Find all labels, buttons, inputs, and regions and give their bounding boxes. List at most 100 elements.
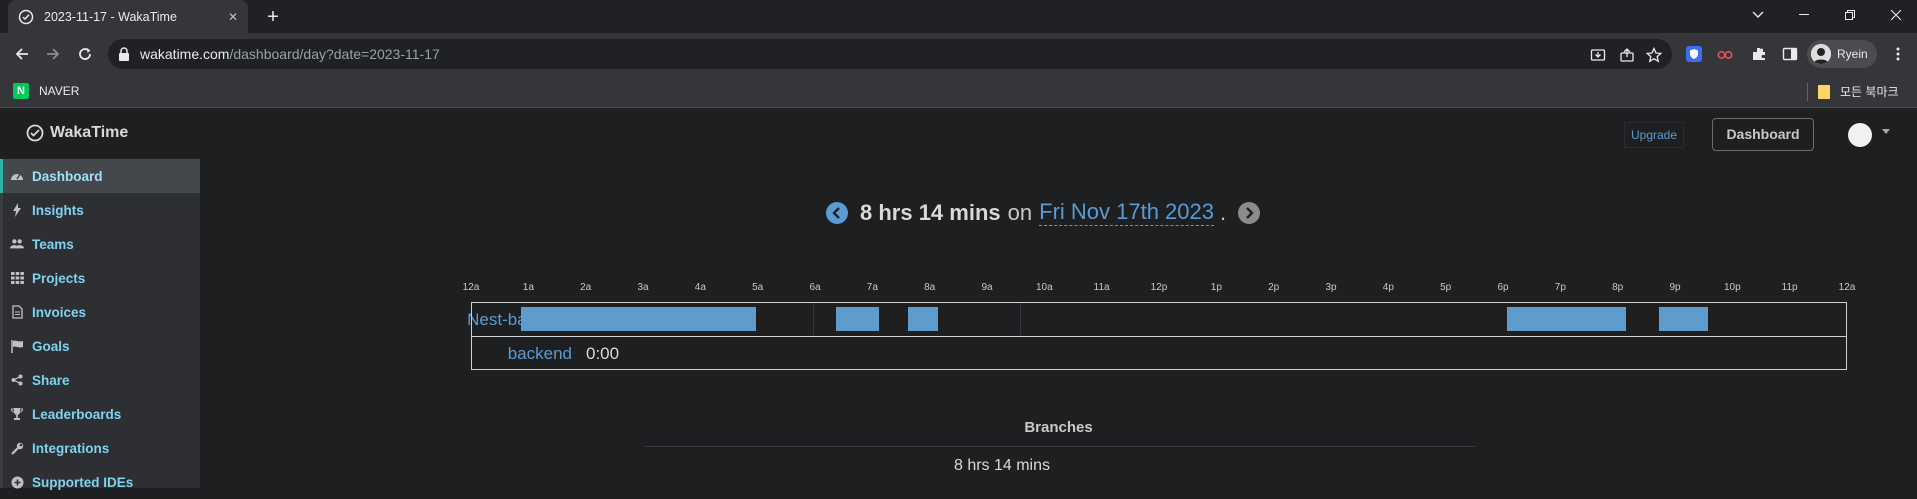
browser-toolbar: wakatime.com/dashboard/day?date=2023-11-… [0, 33, 1917, 75]
activity-segment[interactable] [836, 307, 880, 331]
naver-logo-icon: N [13, 83, 29, 99]
grid-icon [10, 271, 24, 285]
track-gridline [813, 303, 815, 335]
close-tab-icon[interactable]: ✕ [228, 10, 238, 24]
new-tab-button[interactable]: + [262, 6, 284, 28]
sidebar-item-teams[interactable]: Teams [3, 227, 200, 261]
sidebar-item-projects[interactable]: Projects [3, 261, 200, 295]
hour-tick-label: 12a [1838, 282, 1856, 293]
share-page-icon[interactable] [1618, 46, 1636, 64]
hour-tick-label: 7p [1554, 282, 1566, 293]
tab-search-icon[interactable] [1735, 0, 1781, 30]
address-bar[interactable]: wakatime.com/dashboard/day?date=2023-11-… [108, 39, 1672, 69]
sidebar-item-label: Share [32, 372, 70, 388]
hour-tick-label: 3p [1325, 282, 1337, 293]
hour-tick-label: 2a [580, 282, 592, 293]
chevron-left-icon [832, 206, 840, 219]
activity-segment[interactable] [520, 307, 756, 331]
users-icon [10, 237, 24, 251]
install-app-icon[interactable] [1589, 46, 1607, 64]
hour-tick-label: 8a [924, 282, 936, 293]
project-timeline-track [471, 302, 1847, 336]
sidebar-item-label: Dashboard [32, 168, 103, 184]
hour-tick-label: 6a [809, 282, 821, 293]
sidebar-item-supported-ides[interactable]: Supported IDEs [3, 465, 200, 499]
hour-tick-label: 10a [1035, 282, 1053, 293]
branches-heading: Branches [1024, 419, 1093, 436]
hour-tick-label: 3a [637, 282, 649, 293]
dashboard-icon [10, 169, 24, 183]
browser-tab[interactable]: 2023-11-17 - WakaTime ✕ [8, 0, 248, 33]
timeline-hour-axis: 12a 1a 2a 3a 4a 5a 6a 7a 8a 9a 10a 11a 12p 1p 2p 3p 4p 5p… [463, 282, 1856, 296]
hour-tick-label: 1p [1210, 282, 1222, 293]
hour-tick-label: 5a [752, 282, 764, 293]
activity-segment[interactable] [1506, 307, 1626, 331]
flag-icon [10, 339, 24, 353]
sidebar-item-invoices[interactable]: Invoices [3, 295, 200, 329]
project-timeline-track [471, 336, 1847, 370]
caret-down-icon[interactable] [1882, 129, 1890, 134]
sidebar-item-dashboard[interactable]: Dashboard [0, 159, 200, 193]
user-avatar[interactable] [1848, 123, 1872, 147]
dashboard-button[interactable]: Dashboard [1712, 118, 1814, 151]
sidebar-item-leaderboards[interactable]: Leaderboards [3, 397, 200, 431]
profile-name: Ryein [1837, 47, 1868, 61]
wakatime-favicon-icon [18, 9, 34, 25]
sidebar-item-label: Goals [32, 338, 70, 354]
next-day-button[interactable] [1238, 201, 1261, 224]
hour-tick-label: 11p [1781, 282, 1798, 293]
url-host: wakatime.com [140, 46, 230, 62]
forward-arrow-icon[interactable] [41, 42, 65, 66]
folder-icon [1818, 84, 1830, 99]
extensions-puzzle-icon[interactable] [1749, 44, 1769, 64]
hour-tick-label: 12a [462, 282, 480, 293]
profile-avatar [1811, 44, 1831, 64]
trophy-icon [10, 407, 24, 421]
wakatime-logo-icon [26, 124, 44, 142]
sidebar-item-share[interactable]: Share [3, 363, 200, 397]
hour-tick-label: 12p [1150, 282, 1168, 293]
url-path: /dashboard/day?date=2023-11-17 [229, 46, 440, 62]
sidebar-item-goals[interactable]: Goals [3, 329, 200, 363]
brand-logo[interactable]: WakaTime [26, 124, 128, 142]
bookmark-naver[interactable]: N NAVER [13, 83, 79, 99]
url-text: wakatime.com/dashboard/day?date=2023-11-… [140, 46, 440, 62]
sidebar-item-insights[interactable]: Insights [3, 193, 200, 227]
close-window-button[interactable] [1873, 0, 1917, 30]
branches-divider [645, 446, 1475, 447]
activity-segment[interactable] [1658, 307, 1708, 331]
side-panel-icon[interactable] [1780, 44, 1800, 64]
sidebar-item-label: Leaderboards [32, 406, 122, 422]
profile-button[interactable]: Ryein [1807, 40, 1877, 68]
all-bookmarks-button[interactable]: 모든 북마크 [1818, 83, 1899, 100]
hour-tick-label: 10p [1723, 282, 1741, 293]
sidebar: Dashboard Insights Teams Projects Invoic… [0, 159, 200, 490]
upgrade-link[interactable]: Upgrade [1624, 122, 1685, 148]
glasses-extension-icon[interactable] [1715, 44, 1735, 64]
bookmark-label: NAVER [39, 84, 80, 98]
previous-day-button[interactable] [826, 201, 848, 224]
site-header: WakaTime Upgrade Dashboard [0, 109, 1917, 159]
main-content: 8 hrs 14 mins on Fri Nov 17th 2023 . 12a… [200, 159, 1917, 488]
hour-tick-label: 1a [522, 282, 534, 293]
hour-tick-label: 5p [1440, 282, 1452, 293]
shield-extension-icon[interactable] [1684, 44, 1704, 64]
hour-tick-label: 2p [1268, 282, 1280, 293]
restore-button[interactable] [1827, 0, 1873, 30]
sidebar-item-label: Insights [32, 202, 84, 218]
date-picker-link[interactable]: Fri Nov 17th 2023 [1039, 199, 1214, 226]
sidebar-item-integrations[interactable]: Integrations [3, 431, 200, 465]
reload-icon[interactable] [73, 42, 97, 66]
lock-icon[interactable] [118, 47, 130, 61]
bookmarks-divider [1807, 83, 1808, 101]
hour-tick-label: 9a [981, 282, 993, 293]
activity-segment[interactable] [907, 307, 939, 331]
sidebar-item-label: Integrations [32, 440, 110, 456]
kebab-menu-icon[interactable] [1888, 44, 1908, 64]
plus-circle-icon [10, 475, 24, 489]
back-arrow-icon[interactable] [10, 42, 34, 66]
bookmark-star-icon[interactable] [1645, 46, 1663, 64]
browser-tab-bar: 2023-11-17 - WakaTime ✕ + [0, 0, 1917, 33]
minimize-button[interactable] [1781, 0, 1827, 30]
sidebar-item-label: Projects [32, 270, 86, 286]
